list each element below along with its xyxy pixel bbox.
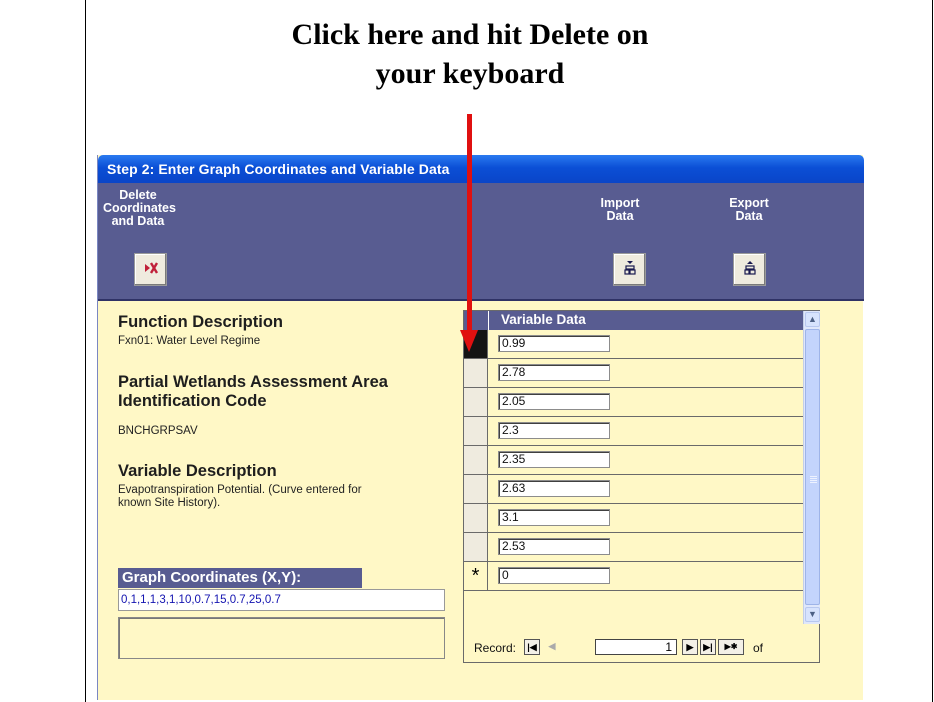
scroll-up-button[interactable]: ▲ <box>805 312 820 327</box>
record-selector[interactable] <box>464 504 488 532</box>
variable-data-cell[interactable]: 0 <box>498 567 610 584</box>
window-title-bar[interactable]: Step 2: Enter Graph Coordinates and Vari… <box>98 155 864 183</box>
pwaa-heading: Partial Wetlands Assessment Area Identif… <box>118 373 388 411</box>
variable-data-cell[interactable]: 2.3 <box>498 422 610 439</box>
window-title: Step 2: Enter Graph Coordinates and Vari… <box>107 161 450 177</box>
export-data-label: Export Data <box>727 197 771 223</box>
new-record-row[interactable]: * 0 <box>464 562 803 591</box>
red-arrow-shaft <box>467 114 472 336</box>
table-row[interactable]: 2.35 <box>464 446 803 475</box>
table-row[interactable]: 2.53 <box>464 533 803 562</box>
scroll-down-button[interactable]: ▼ <box>805 607 820 622</box>
scroll-thumb[interactable] <box>805 329 820 605</box>
pwaa-heading-line-2: Identification Code <box>118 392 267 410</box>
variable-data-cell[interactable]: 2.05 <box>498 393 610 410</box>
graph-coordinates-field[interactable]: 0,1,1,1,3,1,10,0.7,15,0.7,25,0.7 <box>118 589 445 611</box>
record-count-of-label: of <box>753 641 764 655</box>
notes-field[interactable] <box>118 617 445 659</box>
red-arrow-head <box>460 330 478 352</box>
callout-line-2: your keyboard <box>375 57 565 90</box>
variable-data-cell[interactable]: 2.78 <box>498 364 610 381</box>
import-icon <box>623 260 637 279</box>
table-row[interactable]: 3.1 <box>464 504 803 533</box>
callout-line-1: Click here and hit Delete on <box>291 18 649 51</box>
record-selector[interactable] <box>464 533 488 561</box>
graph-coordinates-label: Graph Coordinates (X,Y): <box>118 568 362 588</box>
step2-window: Step 2: Enter Graph Coordinates and Vari… <box>97 155 864 700</box>
previous-record-button[interactable]: ◀ <box>544 639 560 655</box>
import-data-label: Import Data <box>598 197 642 223</box>
delete-label-line-3: and Data <box>111 214 165 228</box>
export-label-line-2: Data <box>735 209 763 223</box>
instruction-callout: Click here and hit Delete on your keyboa… <box>200 15 740 93</box>
vertical-scrollbar[interactable]: ▲ ▼ <box>803 311 820 624</box>
function-description-value: Fxn01: Water Level Regime <box>118 335 261 347</box>
export-data-button[interactable] <box>733 253 766 286</box>
delete-record-icon <box>143 261 159 278</box>
variable-description-line-1: Evapotranspiration Potential. (Curve ent… <box>118 484 362 496</box>
import-label-line-2: Data <box>606 209 634 223</box>
record-number-field[interactable]: 1 <box>595 639 677 655</box>
pwaa-value: BNCHGRPSAV <box>118 425 198 437</box>
record-selector[interactable] <box>464 359 488 387</box>
new-record-selector[interactable]: * <box>464 562 488 590</box>
variable-description-line-2: known Site History). <box>118 497 221 509</box>
variable-data-cell[interactable]: 0.99 <box>498 335 610 352</box>
table-row[interactable]: 2.05 <box>464 388 803 417</box>
record-selector[interactable] <box>464 417 488 445</box>
record-selector[interactable] <box>464 446 488 474</box>
toolbar: Delete Coordinates and Data Import Data <box>98 183 864 301</box>
table-row[interactable]: 2.78 <box>464 359 803 388</box>
variable-description-value: Evapotranspiration Potential. (Curve ent… <box>118 484 362 510</box>
table-row[interactable]: 0.99 <box>464 330 803 359</box>
variable-data-cell[interactable]: 2.63 <box>498 480 610 497</box>
record-navigation-bar: Record: |◀ ◀ 1 ▶ ▶| ▶✱ of <box>464 625 803 662</box>
record-selector[interactable] <box>464 475 488 503</box>
variable-data-cell[interactable]: 2.53 <box>498 538 610 555</box>
last-record-button[interactable]: ▶| <box>700 639 716 655</box>
import-data-button[interactable] <box>613 253 646 286</box>
table-row[interactable]: 2.63 <box>464 475 803 504</box>
variable-data-subform: Variable Data 0.99 2.78 2.05 2.3 2.35 2.… <box>463 310 820 663</box>
function-description-heading: Function Description <box>118 313 283 331</box>
next-record-button[interactable]: ▶ <box>682 639 698 655</box>
variable-description-heading: Variable Description <box>118 462 277 480</box>
variable-data-column-header: Variable Data <box>501 312 586 327</box>
export-icon <box>743 260 757 279</box>
delete-coordinates-button[interactable] <box>134 253 167 286</box>
delete-coordinates-label: Delete Coordinates and Data <box>103 189 176 228</box>
variable-data-cell[interactable]: 2.35 <box>498 451 610 468</box>
record-selector[interactable] <box>464 388 488 416</box>
pwaa-heading-line-1: Partial Wetlands Assessment Area <box>118 373 388 391</box>
record-label: Record: <box>474 641 517 655</box>
subform-header: Variable Data <box>464 311 803 330</box>
variable-data-cell[interactable]: 3.1 <box>498 509 610 526</box>
table-row[interactable]: 2.3 <box>464 417 803 446</box>
first-record-button[interactable]: |◀ <box>524 639 540 655</box>
new-record-button[interactable]: ▶✱ <box>718 639 744 655</box>
